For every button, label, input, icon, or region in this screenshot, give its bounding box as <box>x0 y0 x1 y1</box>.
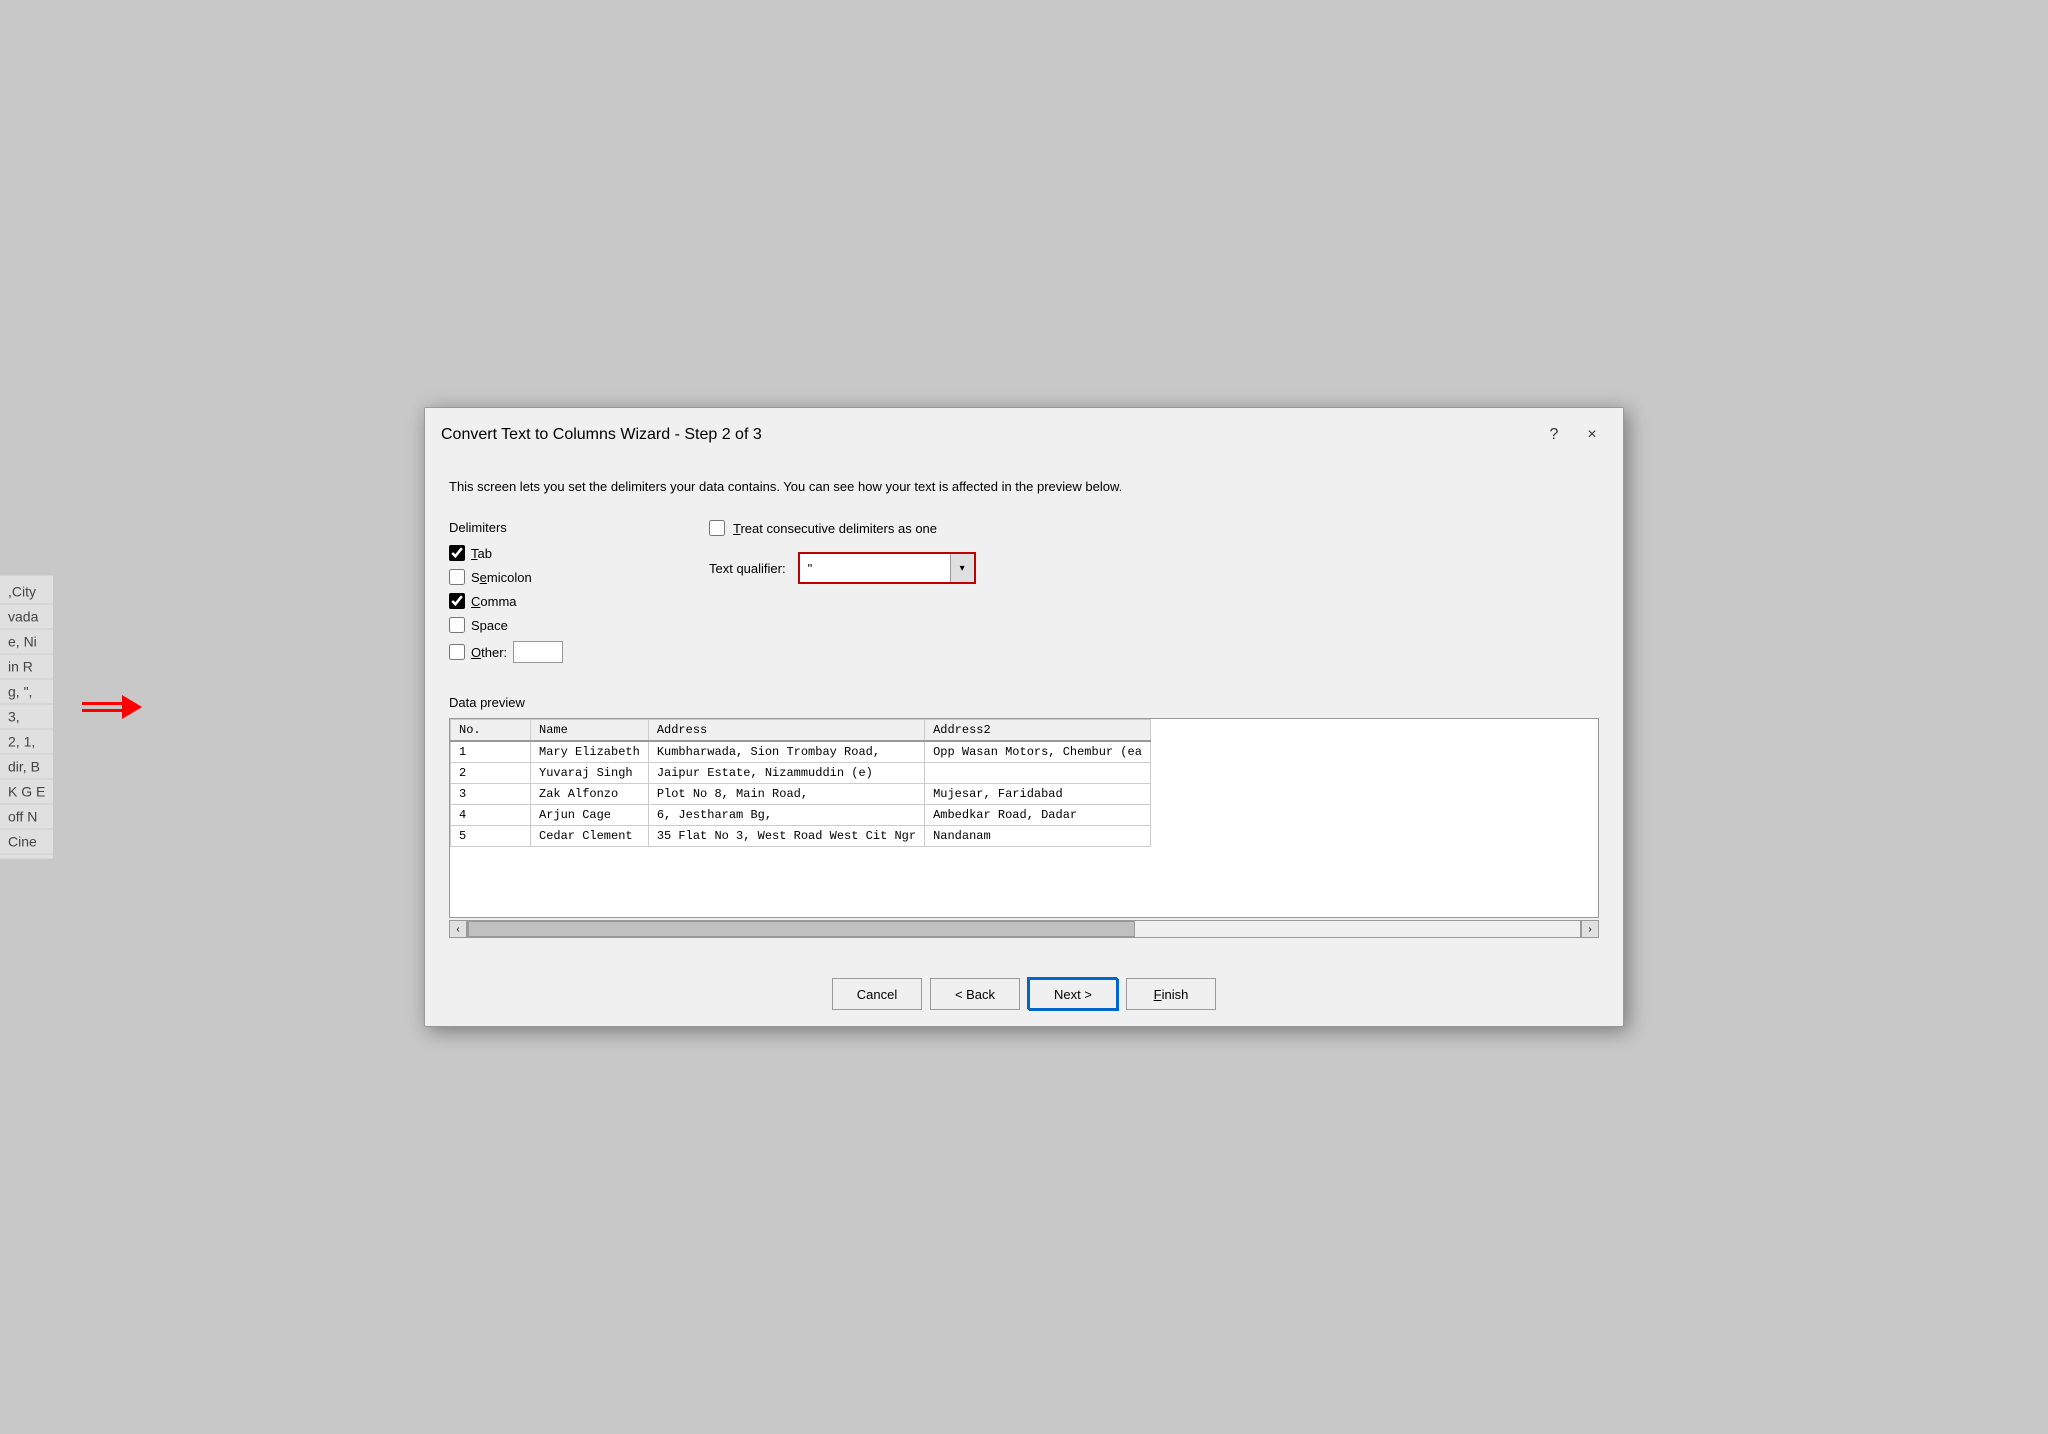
col-no: No. <box>451 720 531 742</box>
bg-text-4: in R <box>0 655 53 680</box>
delimiters-label: Delimiters <box>449 520 669 535</box>
other-label[interactable]: Other: <box>471 645 507 660</box>
col-address2: Address2 <box>925 720 1151 742</box>
consecutive-checkbox[interactable] <box>709 520 725 536</box>
semicolon-label[interactable]: Semicolon <box>471 570 532 585</box>
dialog-title: Convert Text to Columns Wizard - Step 2 … <box>441 426 762 444</box>
data-preview-section: Data preview No. Name Address Address2 <box>449 695 1599 938</box>
comma-checkbox-item: Comma <box>449 593 669 609</box>
col-name: Name <box>531 720 649 742</box>
comma-label[interactable]: Comma <box>471 594 517 609</box>
consecutive-row: Treat consecutive delimiters as one <box>709 520 1599 536</box>
space-label[interactable]: Space <box>471 618 508 633</box>
scroll-track-h[interactable] <box>467 920 1581 938</box>
bg-text-7: 2, 1, <box>0 730 53 755</box>
qualifier-row: Text qualifier: " ' {none} ▾ <box>709 552 1599 584</box>
scroll-thumb-h <box>468 921 1135 937</box>
table-row: 3Zak AlfonzoPlot No 8, Main Road,Mujesar… <box>451 784 1151 805</box>
qualifier-select[interactable]: " ' {none} <box>800 555 950 581</box>
consecutive-label[interactable]: Treat consecutive delimiters as one <box>733 521 937 536</box>
semicolon-checkbox[interactable] <box>449 569 465 585</box>
spreadsheet-background: ,City vada e, Ni in R g, ", 3, 2, 1, dir… <box>0 576 53 859</box>
wizard-dialog: Convert Text to Columns Wizard - Step 2 … <box>424 407 1624 1027</box>
tab-checkbox-item: Tab <box>449 545 669 561</box>
table-cell: 1 <box>451 741 531 763</box>
col-address: Address <box>648 720 924 742</box>
table-cell: 5 <box>451 826 531 847</box>
qualifier-label: Text qualifier: <box>709 561 786 576</box>
table-cell: Cedar Clement <box>531 826 649 847</box>
dialog-footer: Cancel < Back Next > Finish <box>425 962 1623 1026</box>
bg-text-11: Cine <box>0 830 53 855</box>
space-checkbox[interactable] <box>449 617 465 633</box>
titlebar-buttons: ? × <box>1539 420 1607 450</box>
right-section: Treat consecutive delimiters as one Text… <box>709 520 1599 671</box>
tab-label[interactable]: Tab <box>471 546 492 561</box>
bg-text-2: vada <box>0 605 53 630</box>
help-button[interactable]: ? <box>1539 420 1569 450</box>
table-cell: Arjun Cage <box>531 805 649 826</box>
red-arrow <box>82 695 142 719</box>
space-checkbox-item: Space <box>449 617 669 633</box>
other-input-field[interactable] <box>513 641 563 663</box>
tab-checkbox[interactable] <box>449 545 465 561</box>
scroll-left-btn[interactable]: ‹ <box>449 920 467 938</box>
table-cell: Ambedkar Road, Dadar <box>925 805 1151 826</box>
table-cell: 6, Jestharam Bg, <box>648 805 924 826</box>
table-cell: Mujesar, Faridabad <box>925 784 1151 805</box>
table-cell: Zak Alfonzo <box>531 784 649 805</box>
bg-text-10: off N <box>0 805 53 830</box>
table-cell: Kumbharwada, Sion Trombay Road, <box>648 741 924 763</box>
preview-header-row: No. Name Address Address2 <box>451 720 1151 742</box>
bg-text-3: e, Ni <box>0 630 53 655</box>
table-cell: Yuvaraj Singh <box>531 763 649 784</box>
finish-button[interactable]: Finish <box>1126 978 1216 1010</box>
dialog-overlay: Convert Text to Columns Wizard - Step 2 … <box>424 407 1624 1027</box>
table-cell: Nandanam <box>925 826 1151 847</box>
cancel-button[interactable]: Cancel <box>832 978 922 1010</box>
preview-container: No. Name Address Address2 1Mary Elizabet… <box>449 718 1599 918</box>
table-cell: Opp Wasan Motors, Chembur (ea <box>925 741 1151 763</box>
back-button[interactable]: < Back <box>930 978 1020 1010</box>
table-cell: 4 <box>451 805 531 826</box>
table-cell: 35 Flat No 3, West Road West Cit Ngr <box>648 826 924 847</box>
bg-text-6: 3, <box>0 705 53 730</box>
preview-table-wrapper[interactable]: No. Name Address Address2 1Mary Elizabet… <box>450 719 1598 917</box>
table-cell: 2 <box>451 763 531 784</box>
table-row: 5Cedar Clement35 Flat No 3, West Road We… <box>451 826 1151 847</box>
close-button[interactable]: × <box>1577 420 1607 450</box>
data-preview-label: Data preview <box>449 695 1599 710</box>
next-button[interactable]: Next > <box>1028 978 1118 1010</box>
preview-scrollbar-h: ‹ › <box>449 920 1599 938</box>
content-row: Delimiters Tab Semicolon Comma <box>449 520 1599 671</box>
semicolon-checkbox-item: Semicolon <box>449 569 669 585</box>
table-row: 1Mary ElizabethKumbharwada, Sion Trombay… <box>451 741 1151 763</box>
bg-text-9: K G E <box>0 780 53 805</box>
scroll-right-btn[interactable]: › <box>1581 920 1599 938</box>
dialog-body: This screen lets you set the delimiters … <box>425 462 1623 962</box>
table-row: 2Yuvaraj SinghJaipur Estate, Nizammuddin… <box>451 763 1151 784</box>
bg-text-5: g, ", <box>0 680 53 705</box>
delimiters-section: Delimiters Tab Semicolon Comma <box>449 520 669 671</box>
table-cell: Jaipur Estate, Nizammuddin (e) <box>648 763 924 784</box>
qualifier-select-wrapper: " ' {none} ▾ <box>798 552 976 584</box>
qualifier-dropdown-icon[interactable]: ▾ <box>950 554 974 582</box>
dialog-titlebar: Convert Text to Columns Wizard - Step 2 … <box>425 408 1623 462</box>
bg-text-1: ,City <box>0 580 53 605</box>
description-text: This screen lets you set the delimiters … <box>449 478 1599 496</box>
other-checkbox[interactable] <box>449 644 465 660</box>
table-row: 4Arjun Cage6, Jestharam Bg,Ambedkar Road… <box>451 805 1151 826</box>
table-cell: Mary Elizabeth <box>531 741 649 763</box>
comma-checkbox[interactable] <box>449 593 465 609</box>
table-cell: Plot No 8, Main Road, <box>648 784 924 805</box>
preview-table: No. Name Address Address2 1Mary Elizabet… <box>450 719 1151 847</box>
bg-text-8: dir, B <box>0 755 53 780</box>
other-checkbox-item: Other: <box>449 641 669 663</box>
table-cell <box>925 763 1151 784</box>
table-cell: 3 <box>451 784 531 805</box>
